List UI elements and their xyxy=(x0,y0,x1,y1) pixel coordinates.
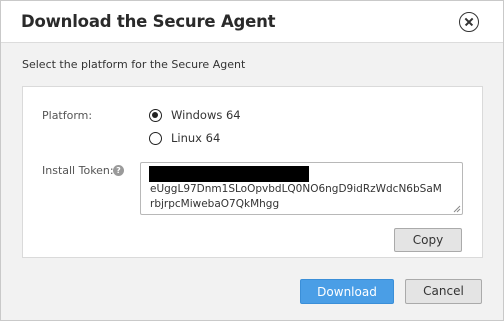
token-line-1: eUggL97Dnm1SLoOpvbdLQ0NO6ngD9idRzWdcN6bS… xyxy=(150,183,442,195)
download-agent-dialog: Download the Secure Agent Select the pla… xyxy=(0,0,504,321)
radio-label-linux-64[interactable]: Linux 64 xyxy=(171,131,220,145)
radio-linux-64[interactable] xyxy=(149,132,162,145)
download-button[interactable]: Download xyxy=(300,279,394,304)
redacted-token-segment xyxy=(149,166,309,182)
platform-panel: Platform: Windows 64 Linux 64 Install To… xyxy=(22,86,483,258)
help-icon[interactable]: ? xyxy=(113,165,124,176)
dialog-header: Download the Secure Agent xyxy=(1,1,503,43)
radio-windows-64[interactable] xyxy=(149,109,162,122)
install-token-field[interactable]: eUggL97Dnm1SLoOpvbdLQ0NO6ngD9idRzWdcN6bS… xyxy=(140,162,463,215)
close-icon[interactable] xyxy=(459,12,479,32)
platform-label: Platform: xyxy=(42,109,93,122)
dialog-subtitle: Select the platform for the Secure Agent xyxy=(22,58,246,71)
resize-grip-icon[interactable] xyxy=(453,205,461,213)
cancel-button[interactable]: Cancel xyxy=(405,279,482,304)
radio-label-windows-64[interactable]: Windows 64 xyxy=(171,108,241,122)
copy-button[interactable]: Copy xyxy=(394,228,462,252)
install-token-label: Install Token: xyxy=(42,164,114,177)
dialog-title: Download the Secure Agent xyxy=(21,12,276,31)
token-line-2: rbjrpcMiwebaO7QkMhgg xyxy=(150,198,280,210)
